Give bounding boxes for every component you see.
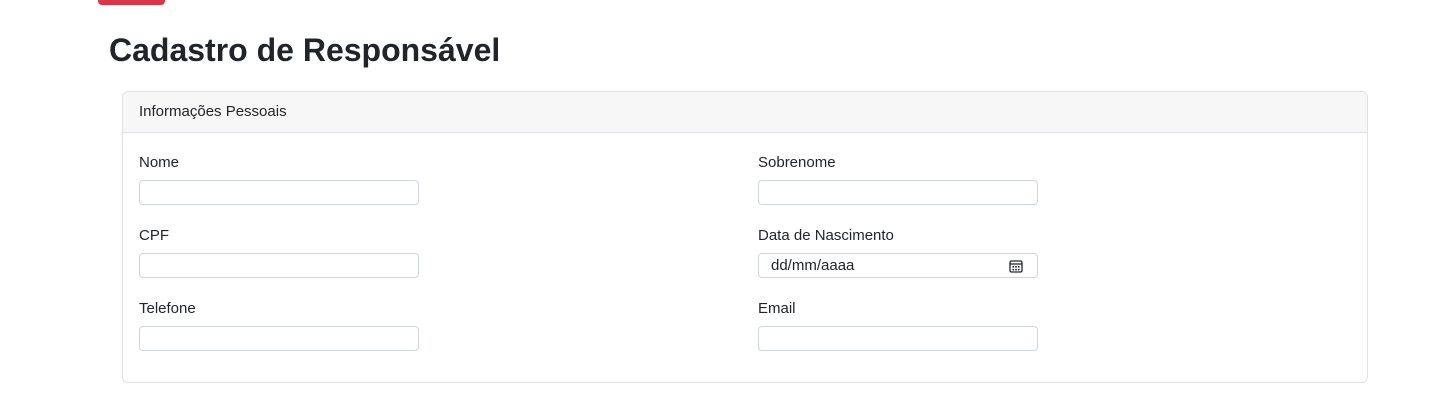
data-nascimento-label: Data de Nascimento <box>758 227 894 244</box>
nome-input[interactable] <box>139 180 419 205</box>
personal-info-card: Informações Pessoais Nome Sobrenome CPF … <box>122 91 1368 383</box>
cpf-field-group: CPF <box>139 226 419 278</box>
date-format-hint: dd/mm/aaaa <box>771 257 855 274</box>
cpf-label: CPF <box>139 227 169 244</box>
email-field-group: Email <box>758 299 1038 351</box>
telefone-input[interactable] <box>139 326 419 351</box>
page-title: Cadastro de Responsável <box>109 32 501 68</box>
card-header: Informações Pessoais <box>123 92 1367 133</box>
sobrenome-input[interactable] <box>758 180 1038 205</box>
nome-field-group: Nome <box>139 153 419 205</box>
telefone-field-group: Telefone <box>139 299 419 351</box>
calendar-icon[interactable] <box>1009 259 1023 273</box>
top-nav-tab[interactable] <box>98 0 165 5</box>
telefone-label: Telefone <box>139 300 196 317</box>
email-label: Email <box>758 300 796 317</box>
data-nascimento-field-group: Data de Nascimento dd/mm/aaaa <box>758 226 1038 278</box>
email-input[interactable] <box>758 326 1038 351</box>
cpf-input[interactable] <box>139 253 419 278</box>
sobrenome-label: Sobrenome <box>758 154 836 171</box>
data-nascimento-input[interactable]: dd/mm/aaaa <box>758 253 1038 278</box>
sobrenome-field-group: Sobrenome <box>758 153 1038 205</box>
nome-label: Nome <box>139 154 180 171</box>
